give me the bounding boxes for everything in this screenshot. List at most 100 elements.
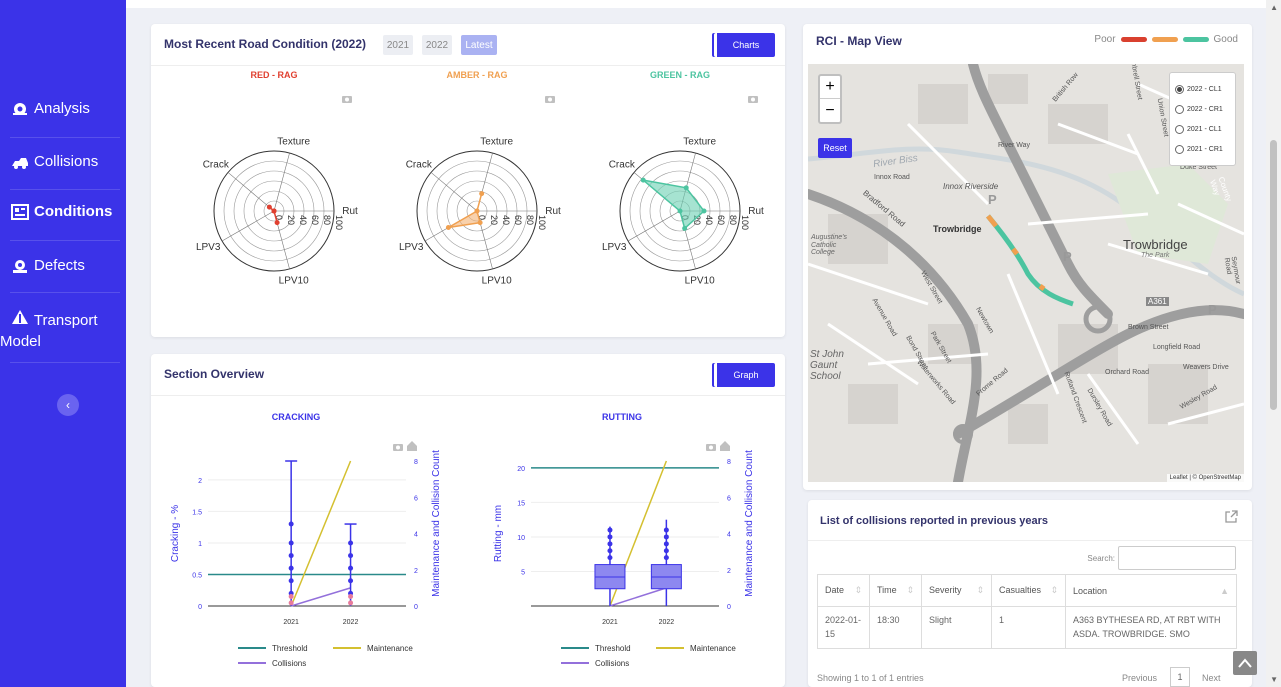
y-tick-label: 5 — [521, 569, 525, 576]
sidebar-item-analysis[interactable]: Analysis — [0, 100, 126, 118]
legend-poor-label: Poor — [1094, 34, 1116, 45]
camera-icon — [342, 96, 352, 103]
cell-location: A363 BYTHESEA RD, AT RBT WITH ASDA. TROW… — [1065, 606, 1237, 649]
outlier-point — [348, 553, 354, 559]
sidebar-item-defects[interactable]: Defects — [0, 257, 126, 275]
layer-option[interactable]: 2022 - CL1 — [1175, 79, 1230, 99]
top-header — [126, 0, 1266, 8]
radar-axis-label: Texture — [480, 136, 513, 147]
page-1-button[interactable]: 1 — [1170, 667, 1190, 687]
search-input[interactable] — [1118, 546, 1236, 570]
sidebar-item-conditions[interactable]: Conditions — [0, 203, 126, 221]
cell-time: 18:30 — [869, 606, 922, 649]
outlier-point — [607, 534, 613, 540]
radar-tick-label: 40 — [501, 215, 511, 225]
scrollbar-thumb[interactable] — [1270, 140, 1277, 410]
scroll-up-arrow[interactable]: ▲ — [1270, 3, 1278, 12]
sidebar-divider — [10, 189, 120, 190]
camera-lens — [548, 97, 552, 102]
year-2021-button[interactable]: 2021 — [383, 35, 413, 55]
layer-option[interactable]: 2022 - CR1 — [1175, 99, 1230, 119]
y2-axis-label: Maintenance and Collision Count — [431, 450, 442, 597]
radar-tick-label: 80 — [728, 215, 738, 225]
radar-point — [474, 208, 480, 214]
layer-label: 2021 - CR1 — [1187, 145, 1223, 153]
legend-label: Threshold — [595, 644, 631, 653]
y-tick-label: 2 — [198, 478, 202, 485]
column-header-time[interactable]: Time ⇕ — [869, 574, 922, 607]
map-view[interactable]: River Biss Innox Road Innox Riverside Br… — [808, 64, 1244, 482]
radar-axis-label: LPV3 — [399, 242, 424, 253]
map-attribution[interactable]: Leaflet | © OpenStreetMap — [1166, 474, 1244, 482]
camera-lens — [751, 97, 755, 102]
y2-tick-label: 4 — [414, 532, 418, 539]
zoom-out-button[interactable]: − — [820, 99, 840, 122]
scroll-down-arrow[interactable]: ▼ — [1270, 675, 1278, 684]
card-header: Section Overview Graph — [151, 354, 785, 396]
sort-icon: ⇕ — [976, 585, 984, 595]
chevron-up-icon — [1238, 658, 1252, 668]
year-latest-button[interactable]: Latest — [461, 35, 497, 55]
radio-icon — [1175, 104, 1184, 114]
sidebar-divider — [10, 362, 120, 363]
y-tick-label: 10 — [517, 535, 525, 542]
radar-point — [682, 225, 688, 231]
column-header-casualties[interactable]: Casualties ⇕ — [991, 574, 1066, 607]
sidebar-item-transport-model[interactable]: Transport Model — [0, 308, 126, 352]
defects-icon — [10, 257, 30, 275]
legend-label: Collisions — [595, 659, 629, 668]
parking-icon: P — [1208, 302, 1217, 317]
x-tick-label: 2021 — [283, 619, 299, 626]
layer-option[interactable]: 2021 - CR1 — [1175, 139, 1230, 159]
radar-tick-label: 60 — [310, 215, 320, 225]
radar-axis-label: Texture — [277, 136, 310, 147]
column-header-severity[interactable]: Severity ⇕ — [921, 574, 992, 607]
outlier-point — [348, 578, 354, 584]
radar-axis-label: Texture — [683, 136, 716, 147]
page-scrollbar[interactable]: ▲ ▼ — [1266, 0, 1281, 687]
outlier-point — [663, 548, 669, 554]
column-header-date[interactable]: Date ⇕ — [817, 574, 870, 607]
search-box: Search: — [1087, 546, 1236, 570]
back-to-top-button[interactable] — [1233, 651, 1257, 675]
radar-axis-label: Crack — [406, 160, 433, 171]
previous-page-button[interactable]: Previous — [1122, 673, 1157, 683]
legend-label: Maintenance — [367, 644, 413, 653]
map-label: Brown Street — [1128, 324, 1169, 331]
y-tick-label: 0 — [198, 604, 202, 611]
next-page-button[interactable]: Next — [1202, 673, 1221, 683]
outlier-point — [288, 578, 294, 584]
y2-tick-label: 2 — [414, 568, 418, 575]
outlier-point — [348, 565, 354, 571]
sidebar-item-collisions[interactable]: Collisions — [0, 153, 126, 171]
legend-good-swatch — [1182, 37, 1209, 42]
layer-option[interactable]: 2021 - CL1 — [1175, 119, 1230, 139]
radio-icon — [1175, 144, 1184, 154]
radar-point — [701, 208, 707, 214]
y2-tick-label: 4 — [727, 532, 731, 539]
search-label: Search: — [1087, 553, 1115, 563]
graph-button[interactable]: Graph — [714, 363, 775, 387]
radar-axis-label: LPV3 — [602, 242, 627, 253]
section-overview-card: Section Overview Graph CRACKING 0 0.5 1 1.5 2… — [151, 354, 785, 687]
sidebar-collapse-button[interactable]: ‹ — [57, 394, 79, 416]
map-label: Augustine's Catholic College — [811, 234, 847, 257]
external-link-icon[interactable] — [1224, 510, 1238, 524]
year-2022-button[interactable]: 2022 — [422, 35, 452, 55]
sidebar-divider — [10, 240, 120, 241]
zoom-in-button[interactable]: + — [820, 76, 840, 99]
y-tick-label: 15 — [517, 500, 525, 507]
column-header-location[interactable]: Location ▲ — [1065, 574, 1237, 607]
radar-point — [266, 204, 272, 210]
sidebar-divider — [10, 137, 120, 138]
charts-button[interactable]: Charts — [714, 33, 775, 57]
zoom-control: + − — [818, 74, 842, 124]
table-row[interactable]: 2022-01-15 18:30 Slight 1 A363 BYTHESEA … — [817, 606, 1237, 649]
legend-good-label: Good — [1213, 34, 1238, 45]
y-axis-label: Rutting - mm — [493, 505, 504, 562]
radar-point — [640, 177, 646, 183]
map-reset-button[interactable]: Reset — [818, 138, 852, 158]
radar-axis-label: Crack — [609, 160, 636, 171]
radar-tick-label: 100 — [334, 215, 344, 230]
radar-axis-label: LPV3 — [196, 242, 221, 253]
